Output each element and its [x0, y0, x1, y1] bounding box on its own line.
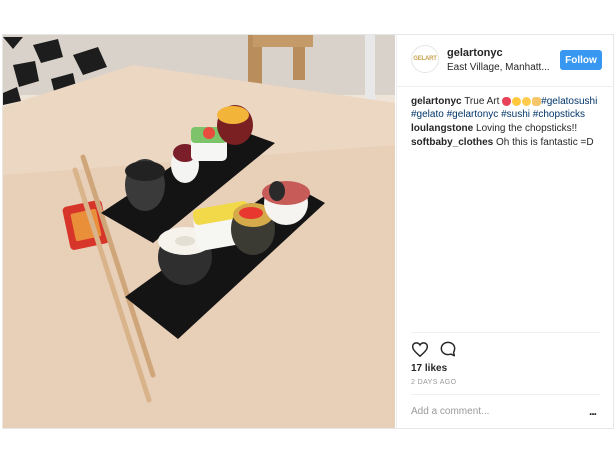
more-options-icon[interactable]: ...: [589, 404, 597, 418]
likes-count[interactable]: 17 likes: [411, 363, 447, 374]
avatar[interactable]: GELART: [411, 45, 439, 73]
avatar-logo-text: GELART: [413, 56, 437, 62]
post-timestamp: 2 DAYS AGO: [411, 379, 457, 386]
hashtag-link[interactable]: #gelartonyc: [447, 109, 499, 120]
hashtag-link[interactable]: #gelato: [411, 109, 444, 120]
caption-username[interactable]: gelartonyc: [411, 96, 462, 107]
comment-item: softbaby_clothes Oh this is fantastic =D: [411, 136, 606, 149]
comment-username[interactable]: loulangstone: [411, 123, 473, 134]
hashtag-link[interactable]: #sushi: [501, 109, 530, 120]
comment-text: Loving the chopsticks!!: [476, 123, 578, 134]
post-photo[interactable]: [3, 35, 395, 428]
comment-item: loulangstone Loving the chopsticks!!: [411, 122, 606, 135]
caption: gelartonyc True Art #gelatosushi #gelato…: [411, 95, 606, 121]
clapping-emoji-icon: [532, 96, 542, 106]
sushi-gelato-photo: [3, 35, 395, 428]
comment-text: Oh this is fantastic =D: [496, 137, 594, 148]
post-sidebar: GELART gelartonyc East Village, Manhatt.…: [396, 35, 614, 428]
comment-divider: [411, 394, 600, 395]
add-comment-input[interactable]: [411, 403, 581, 419]
comment-username[interactable]: softbaby_clothes: [411, 137, 493, 148]
post-header: GELART gelartonyc East Village, Manhatt.…: [397, 35, 614, 87]
author-username[interactable]: gelartonyc: [447, 47, 503, 59]
emoji-group: [502, 96, 542, 106]
heart-eyes-emoji-icon: [512, 96, 522, 106]
comments-list: gelartonyc True Art #gelatosushi #gelato…: [411, 95, 606, 150]
post-actions: [411, 340, 457, 360]
caption-text: True Art: [464, 96, 500, 107]
instagram-post: GELART gelartonyc East Village, Manhatt.…: [2, 34, 614, 429]
grinning-emoji-icon: [522, 96, 532, 106]
actions-divider: [411, 332, 600, 333]
follow-button[interactable]: Follow: [560, 50, 602, 70]
hashtag-link[interactable]: #gelatosushi: [541, 96, 597, 107]
comment-icon[interactable]: [439, 340, 457, 358]
hashtag-link[interactable]: #chopsticks: [533, 109, 585, 120]
heart-icon[interactable]: [411, 340, 429, 358]
kiss-lips-emoji-icon: [502, 96, 512, 106]
location-link[interactable]: East Village, Manhatt...: [447, 62, 550, 73]
